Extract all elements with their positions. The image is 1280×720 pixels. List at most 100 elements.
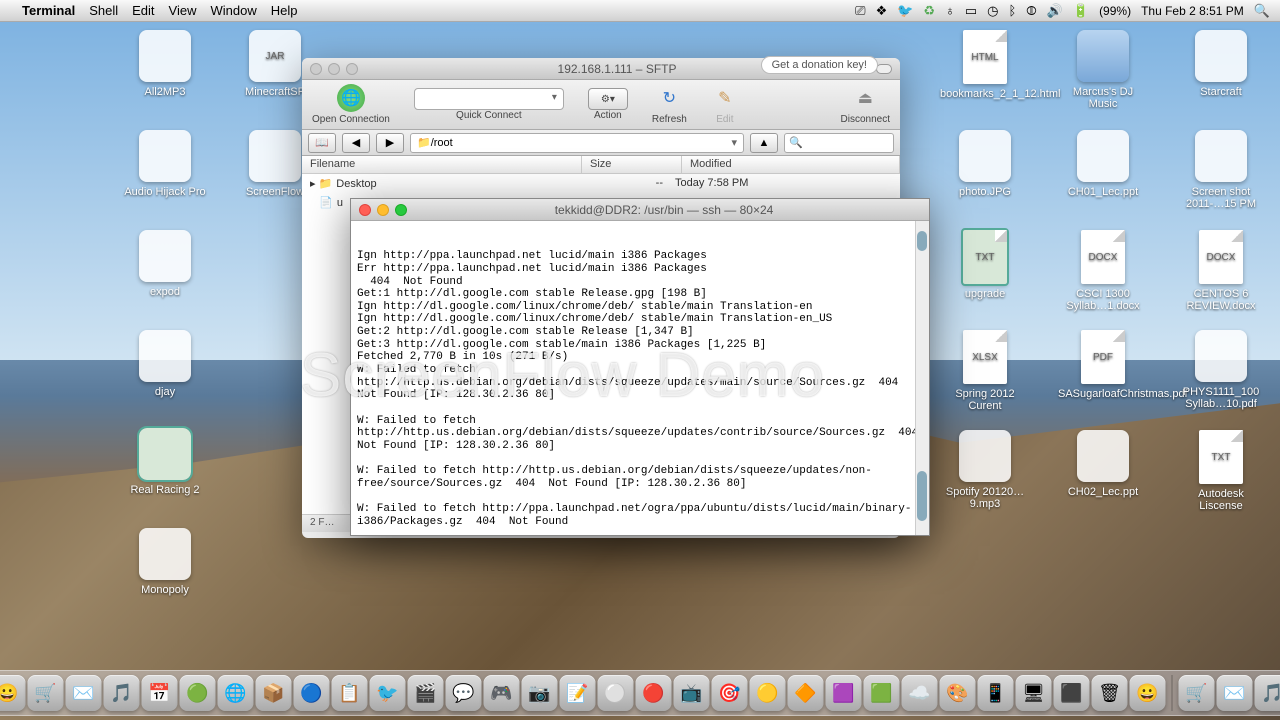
battery-icon[interactable]: 🔋	[1073, 3, 1089, 19]
search-field[interactable]	[784, 133, 894, 153]
menu-view[interactable]: View	[169, 3, 197, 18]
up-button[interactable]: ▲	[750, 133, 778, 153]
toolbar-toggle[interactable]	[876, 64, 892, 74]
dock-item[interactable]: 🔵	[294, 675, 330, 711]
dock-item[interactable]: 🎨	[940, 675, 976, 711]
desktop-icon[interactable]: All2MP3	[120, 30, 210, 98]
col-size[interactable]: Size	[582, 156, 682, 173]
desktop-icon[interactable]: CH02_Lec.ppt	[1058, 430, 1148, 498]
screen-icon[interactable]: ⎚	[855, 3, 865, 19]
dock-item[interactable]: 🌐	[218, 675, 254, 711]
dock-item[interactable]: 🟡	[750, 675, 786, 711]
menu-window[interactable]: Window	[211, 3, 257, 18]
zoom-button[interactable]	[346, 63, 358, 75]
desktop-icon[interactable]: PHYS1111_100 Syllab…10.pdf	[1176, 330, 1266, 410]
dock-item[interactable]: 🛒	[28, 675, 64, 711]
desktop-icon[interactable]: CH01_Lec.ppt	[1058, 130, 1148, 198]
volume-icon[interactable]: 🔊	[1047, 3, 1063, 19]
col-filename[interactable]: Filename	[302, 156, 582, 173]
dock-item[interactable]: 🗑	[1092, 675, 1128, 711]
col-modified[interactable]: Modified	[682, 156, 900, 173]
terminal-body[interactable]: Ign http://ppa.launchpad.net lucid/main …	[351, 221, 929, 535]
dock-item[interactable]: 🖥	[1016, 675, 1052, 711]
twitter-icon[interactable]: 🐦	[897, 3, 913, 19]
desktop-icon[interactable]: photo.JPG	[940, 130, 1030, 198]
desktop-icon[interactable]: Monopoly	[120, 528, 210, 596]
dock-item[interactable]: 🔶	[788, 675, 824, 711]
desktop-icon[interactable]: Real Racing 2	[120, 428, 210, 496]
dock-item[interactable]: 🎯	[712, 675, 748, 711]
path-combo[interactable]: 📁 /root	[410, 133, 744, 153]
spotlight-icon[interactable]: 🔍	[1254, 3, 1270, 19]
bluetooth-icon[interactable]: ᛒ	[1008, 3, 1016, 18]
dock-item[interactable]: 🟪	[826, 675, 862, 711]
desktop-icon[interactable]: PDFSASugarloafChristmas.pdf	[1058, 330, 1148, 400]
dock-item[interactable]: 🛒	[1179, 675, 1215, 711]
dock-item[interactable]: 📱	[978, 675, 1014, 711]
dock-item[interactable]: 🎵	[1255, 675, 1280, 711]
dock-item[interactable]: ☁️	[902, 675, 938, 711]
dock-item[interactable]: 🎬	[408, 675, 444, 711]
dock-item[interactable]: 🟢	[180, 675, 216, 711]
dock-item[interactable]: 🎵	[104, 675, 140, 711]
scrollbar[interactable]	[915, 221, 929, 535]
desktop-icon[interactable]: Screen shot 2011-…15 PM	[1176, 130, 1266, 210]
dock-item[interactable]: ✉️	[66, 675, 102, 711]
display-icon[interactable]: ▭	[965, 3, 977, 19]
scroll-thumb[interactable]	[917, 471, 927, 521]
dock-item[interactable]: ⚪	[598, 675, 634, 711]
dock-item[interactable]: 🔴	[636, 675, 672, 711]
action-menu[interactable]: ⚙ ▾ Action	[588, 88, 628, 121]
dock-item[interactable]: 📦	[256, 675, 292, 711]
dock-item[interactable]: 💬	[446, 675, 482, 711]
dock-item[interactable]: 🎮	[484, 675, 520, 711]
desktop-icon[interactable]: DOCXCSCI 1300 Syllab…1.docx	[1058, 230, 1148, 312]
dock-item[interactable]: 📅	[142, 675, 178, 711]
menu-edit[interactable]: Edit	[132, 3, 154, 18]
menu-help[interactable]: Help	[271, 3, 298, 18]
dock-item[interactable]: 📋	[332, 675, 368, 711]
donation-banner[interactable]: Get a donation key!	[761, 56, 878, 74]
dock-item[interactable]: 😀	[0, 675, 26, 711]
desktop-icon[interactable]: XLSXSpring 2012 Curent	[940, 330, 1030, 412]
open-connection-button[interactable]: 🌐 Open Connection	[312, 84, 390, 125]
desktop-icon[interactable]: DOCXCENTOS 6 REVIEW.docx	[1176, 230, 1266, 312]
refresh-button[interactable]: ↻ Refresh	[652, 84, 687, 125]
desktop-icon[interactable]: djay	[120, 330, 210, 398]
action-button[interactable]: ⚙ ▾	[588, 88, 628, 110]
desktop-icon[interactable]: Starcraft	[1176, 30, 1266, 98]
dock-item[interactable]: ✉️	[1217, 675, 1253, 711]
extras-icon[interactable]: ❖	[876, 3, 888, 19]
dock-item[interactable]: ⬛	[1054, 675, 1090, 711]
desktop-icon[interactable]: HTMLbookmarks_2_1_12.html	[940, 30, 1030, 100]
dock-item[interactable]: 📺	[674, 675, 710, 711]
dock-item[interactable]: 🐦	[370, 675, 406, 711]
clock-icon[interactable]: ◷	[987, 3, 998, 19]
wifi-icon[interactable]: ⦷	[1026, 3, 1036, 19]
clock-text[interactable]: Thu Feb 2 8:51 PM	[1141, 4, 1244, 18]
dock-item[interactable]: 📷	[522, 675, 558, 711]
sync-icon[interactable]: ♻	[923, 3, 935, 19]
zoom-button[interactable]	[395, 204, 407, 216]
desktop-icon[interactable]: Spotify 20120…9.mp3	[940, 430, 1030, 510]
back-button[interactable]: ◀	[342, 133, 370, 153]
desktop-icon[interactable]: expod	[120, 230, 210, 298]
dock-item[interactable]: 📝	[560, 675, 596, 711]
close-button[interactable]	[310, 63, 322, 75]
file-row[interactable]: ▸ 📁 Desktop -- Today 7:58 PM	[302, 174, 900, 193]
sftp-titlebar[interactable]: 192.168.1.111 – SFTP Get a donation key!	[302, 58, 900, 80]
dock-item[interactable]: 😀	[1130, 675, 1166, 711]
desktop-icon[interactable]: Audio Hijack Pro	[120, 130, 210, 198]
dock-item[interactable]: 🟩	[864, 675, 900, 711]
quick-connect-combo[interactable]	[414, 88, 564, 110]
close-button[interactable]	[359, 204, 371, 216]
globe-icon[interactable]: ♁	[945, 3, 955, 18]
app-menu[interactable]: Terminal	[22, 3, 75, 18]
bookmarks-button[interactable]: 📖	[308, 133, 336, 153]
desktop-icon[interactable]: TXTupgrade	[940, 230, 1030, 300]
minimize-button[interactable]	[328, 63, 340, 75]
minimize-button[interactable]	[377, 204, 389, 216]
desktop-icon[interactable]: TXTAutodesk Liscense	[1176, 430, 1266, 512]
menu-shell[interactable]: Shell	[89, 3, 118, 18]
disconnect-button[interactable]: ⏏ Disconnect	[841, 84, 890, 125]
